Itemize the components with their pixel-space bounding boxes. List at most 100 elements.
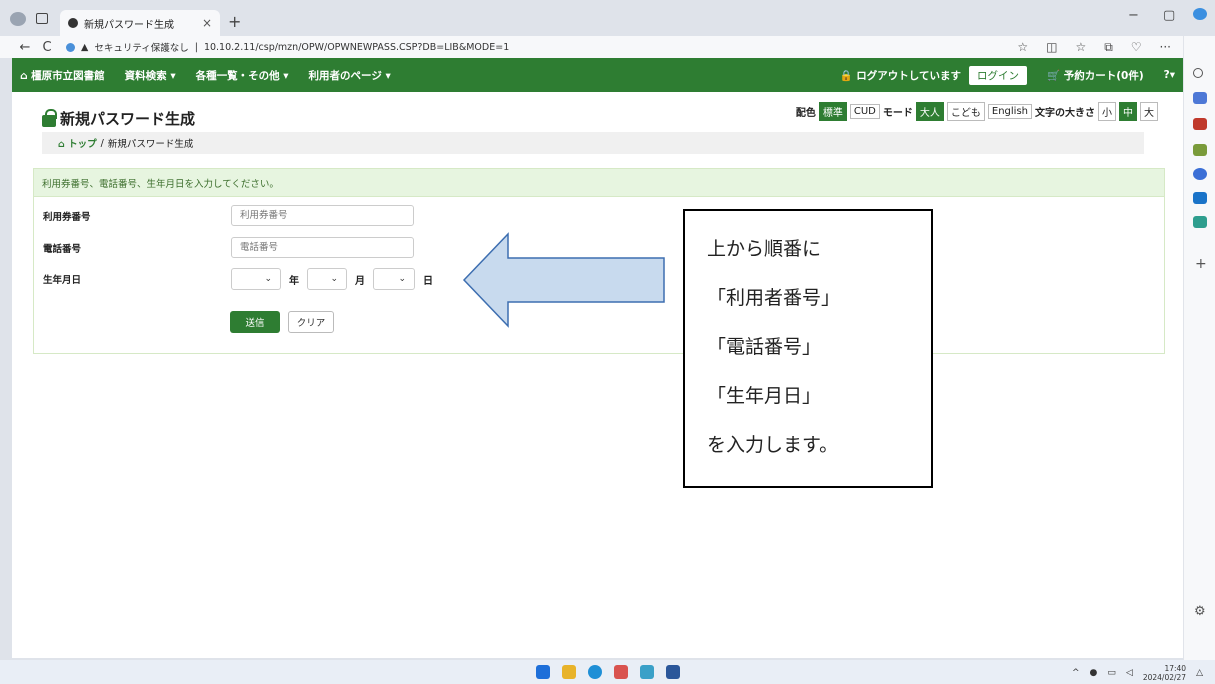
clock-date: 2024/02/27 [1142,673,1187,682]
search-icon[interactable] [1193,68,1203,78]
breadcrumb-home[interactable]: ⌂ トップ [58,136,97,150]
browser-sidebar: + ⚙ [1183,8,1215,660]
mode-child-option[interactable]: こども [946,102,985,121]
menu-lists[interactable]: 各種一覧・その他 ▾ [196,68,289,83]
clock-time: 17:40 [1164,664,1187,673]
favorite-star-icon[interactable]: ☆ [1017,40,1028,55]
birthdate-row: 生年月日 ⌄ 年 ⌄ 月 ⌄ 日 [43,268,441,290]
start-icon[interactable] [536,665,550,679]
cart-label: 予約カート(0件) [1063,69,1144,82]
logout-status: 🔒 ログアウトしています [839,69,961,82]
network-icon[interactable]: ▭ [1107,668,1116,678]
clock[interactable]: 17:40 2024/02/27 [1143,664,1186,682]
profile-icon[interactable] [10,12,26,26]
file-explorer-icon[interactable] [562,665,576,679]
size-large-option[interactable]: 大 [1140,102,1158,121]
phone-number-input[interactable] [231,237,414,258]
chevron-down-icon: ⌄ [330,274,338,284]
color-standard-option[interactable]: 標準 [818,102,847,121]
lock-icon [42,108,57,127]
birth-day-select[interactable]: ⌄ [373,268,415,290]
extensions-icon[interactable]: ♡ [1131,40,1142,55]
tools-icon[interactable] [1193,118,1207,130]
login-button[interactable]: ログイン [968,65,1027,85]
designer-icon[interactable] [1193,216,1207,228]
size-medium-option[interactable]: 中 [1119,102,1137,121]
chevron-up-icon[interactable]: ^ [1072,668,1080,678]
callout-line: 「電話番号」 [707,336,822,358]
clear-button[interactable]: クリア [288,311,334,333]
photos-icon[interactable] [640,665,654,679]
warning-icon: ▲ [81,41,89,53]
store-icon[interactable] [614,665,628,679]
browser-titlebar: 新規パスワード生成 × + − ▢ × [0,0,1215,36]
mode-adult-option[interactable]: 大人 [915,102,944,121]
toolbar-icons: ☆ ◫ ☆ ⧉ ♡ ··· [1017,40,1183,55]
split-screen-icon[interactable]: ◫ [1046,40,1057,55]
display-preferences: 配色 標準 CUD モード 大人 こども English 文字の大きさ 小 中 … [796,102,1158,121]
site-navbar: ⌂ 橿原市立図書館 資料検索 ▾ 各種一覧・その他 ▾ 利用者のページ ▾ 🔒 … [12,58,1183,92]
add-sidebar-button[interactable]: + [1195,256,1207,272]
maximize-button[interactable]: ▢ [1163,8,1175,23]
mode-english-option[interactable]: English [987,104,1032,119]
volume-icon[interactable]: ◁ [1126,668,1133,678]
collections-icon[interactable]: ⧉ [1104,40,1113,55]
logout-status-label: ログアウトしています [856,69,961,82]
edge-icon[interactable] [588,665,602,679]
card-number-label: 利用券番号 [43,211,91,223]
reload-button[interactable]: C [36,40,58,55]
more-button[interactable]: ··· [1160,40,1171,55]
breadcrumb-home-label: トップ [68,139,97,150]
month-unit: 月 [355,275,365,287]
callout-line: 「生年月日」 [707,385,822,407]
birth-year-select[interactable]: ⌄ [231,268,281,290]
outlook-icon[interactable] [1193,192,1207,204]
security-icon[interactable]: ● [1090,668,1098,678]
mode-label: モード [882,108,913,119]
menu-mypage[interactable]: 利用者のページ ▾ [309,68,391,83]
favorites-icon[interactable]: ☆ [1075,40,1086,55]
minimize-button[interactable]: − [1128,8,1139,23]
day-unit: 日 [423,275,433,287]
callout-line: 上から順番に [707,238,822,260]
url-text[interactable]: 10.10.2.11/csp/mzn/OPW/OPWNEWPASS.CSP?DB… [204,42,509,53]
breadcrumb-separator: / [100,137,104,149]
phone-number-row: 電話番号 [43,237,414,258]
office-icon[interactable] [1193,168,1207,180]
browser-tab[interactable]: 新規パスワード生成 × [60,10,220,36]
help-menu[interactable]: ?▾ [1164,69,1175,81]
word-icon[interactable] [666,665,680,679]
callout-line: を入力します。 [707,434,839,456]
menu-search[interactable]: 資料検索 ▾ [125,68,176,83]
card-number-row: 利用券番号 [43,205,414,226]
annotation-arrow [462,232,665,328]
chevron-down-icon: ⌄ [398,274,406,284]
card-number-input[interactable] [231,205,414,226]
font-size-label: 文字の大きさ [1035,108,1095,119]
home-link[interactable]: ⌂ 橿原市立図書館 [20,68,105,83]
submit-button[interactable]: 送信 [230,311,280,333]
page-title: 新規パスワード生成 [42,108,195,129]
edge-page-icon [68,18,78,28]
shopping-icon[interactable] [1193,92,1207,104]
notification-bell-icon[interactable]: △ [1196,668,1203,678]
color-cud-option[interactable]: CUD [849,104,880,119]
tab-actions-icon[interactable] [36,13,48,24]
chevron-down-icon: ⌄ [264,274,272,284]
back-button[interactable]: ← [14,40,36,55]
settings-gear-icon[interactable]: ⚙ [1194,604,1206,619]
year-unit: 年 [289,275,299,287]
size-small-option[interactable]: 小 [1098,102,1116,121]
birth-month-select[interactable]: ⌄ [307,268,347,290]
games-icon[interactable] [1193,144,1207,156]
form-instruction: 利用券番号、電話番号、生年月日を入力してください。 [34,169,1164,197]
new-tab-button[interactable]: + [228,12,241,31]
tab-close-button[interactable]: × [202,16,212,30]
address-bar: ← C ▲ セキュリティ保護なし | 10.10.2.11/csp/mzn/OP… [0,36,1183,58]
windows-taskbar: ^ ● ▭ ◁ 17:40 2024/02/27 △ [0,660,1215,684]
cart-link[interactable]: 🛒 予約カート(0件) [1047,68,1144,83]
page-title-text: 新規パスワード生成 [60,110,196,128]
copilot-icon[interactable] [1193,8,1207,20]
breadcrumb-current: 新規パスワード生成 [107,139,194,150]
url-box[interactable]: ▲ セキュリティ保護なし | 10.10.2.11/csp/mzn/OPW/OP… [66,38,1009,56]
